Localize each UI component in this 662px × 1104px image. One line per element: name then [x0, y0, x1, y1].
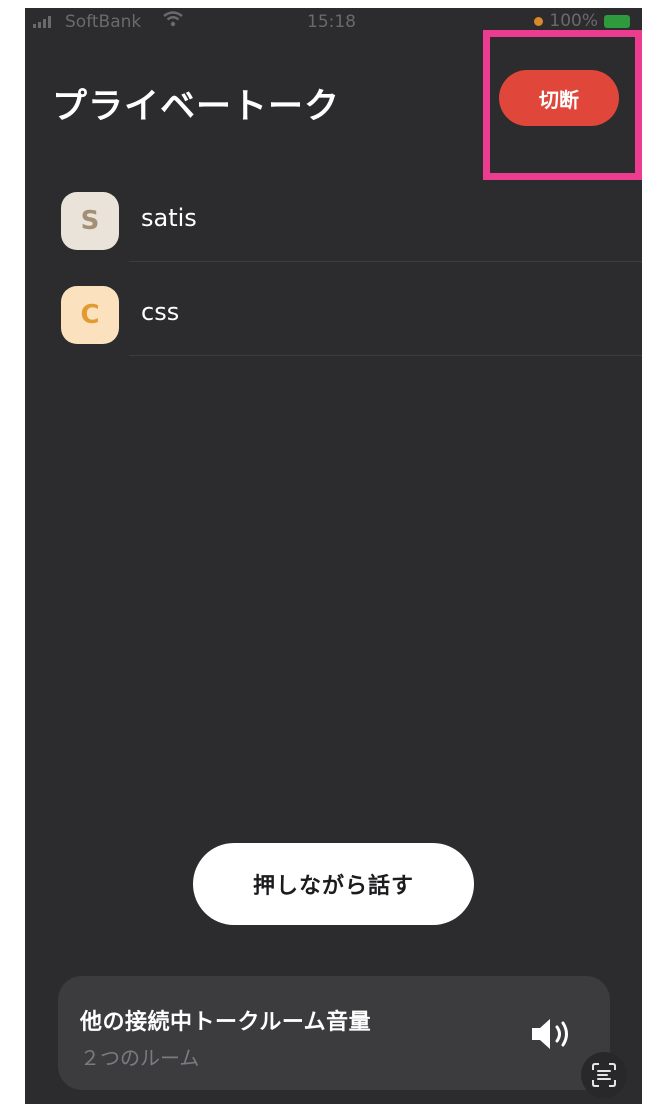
signal-icon — [33, 16, 51, 28]
live-text-icon[interactable] — [581, 1052, 627, 1098]
mic-indicator-icon — [534, 16, 544, 26]
speaker-icon[interactable] — [528, 1014, 578, 1054]
app-screen: SoftBank 15:18 100% プライベートーク 切断 S satis … — [25, 8, 642, 1104]
volume-panel-subtitle: ２つのルーム — [80, 1046, 200, 1070]
divider — [129, 355, 642, 356]
carrier-label: SoftBank — [65, 12, 142, 32]
battery-icon — [604, 14, 630, 28]
member-name: satis — [141, 204, 197, 232]
member-name: css — [141, 298, 180, 326]
battery-percent: 100% — [549, 11, 598, 31]
status-right: 100% — [534, 11, 630, 31]
list-item[interactable]: S satis — [25, 168, 642, 262]
list-item[interactable]: C css — [25, 262, 642, 356]
status-time: 15:18 — [307, 12, 356, 32]
avatar: S — [61, 192, 119, 250]
member-list: S satis C css — [25, 168, 642, 356]
wifi-icon — [163, 11, 183, 32]
disconnect-button[interactable]: 切断 — [499, 70, 619, 126]
avatar: C — [61, 286, 119, 344]
volume-panel-title: 他の接続中トークルーム音量 — [80, 1010, 372, 1035]
push-to-talk-button[interactable]: 押しながら話す — [193, 843, 474, 925]
other-rooms-volume-panel[interactable]: 他の接続中トークルーム音量 ２つのルーム — [58, 976, 610, 1090]
page-title: プライベートーク — [52, 87, 341, 127]
